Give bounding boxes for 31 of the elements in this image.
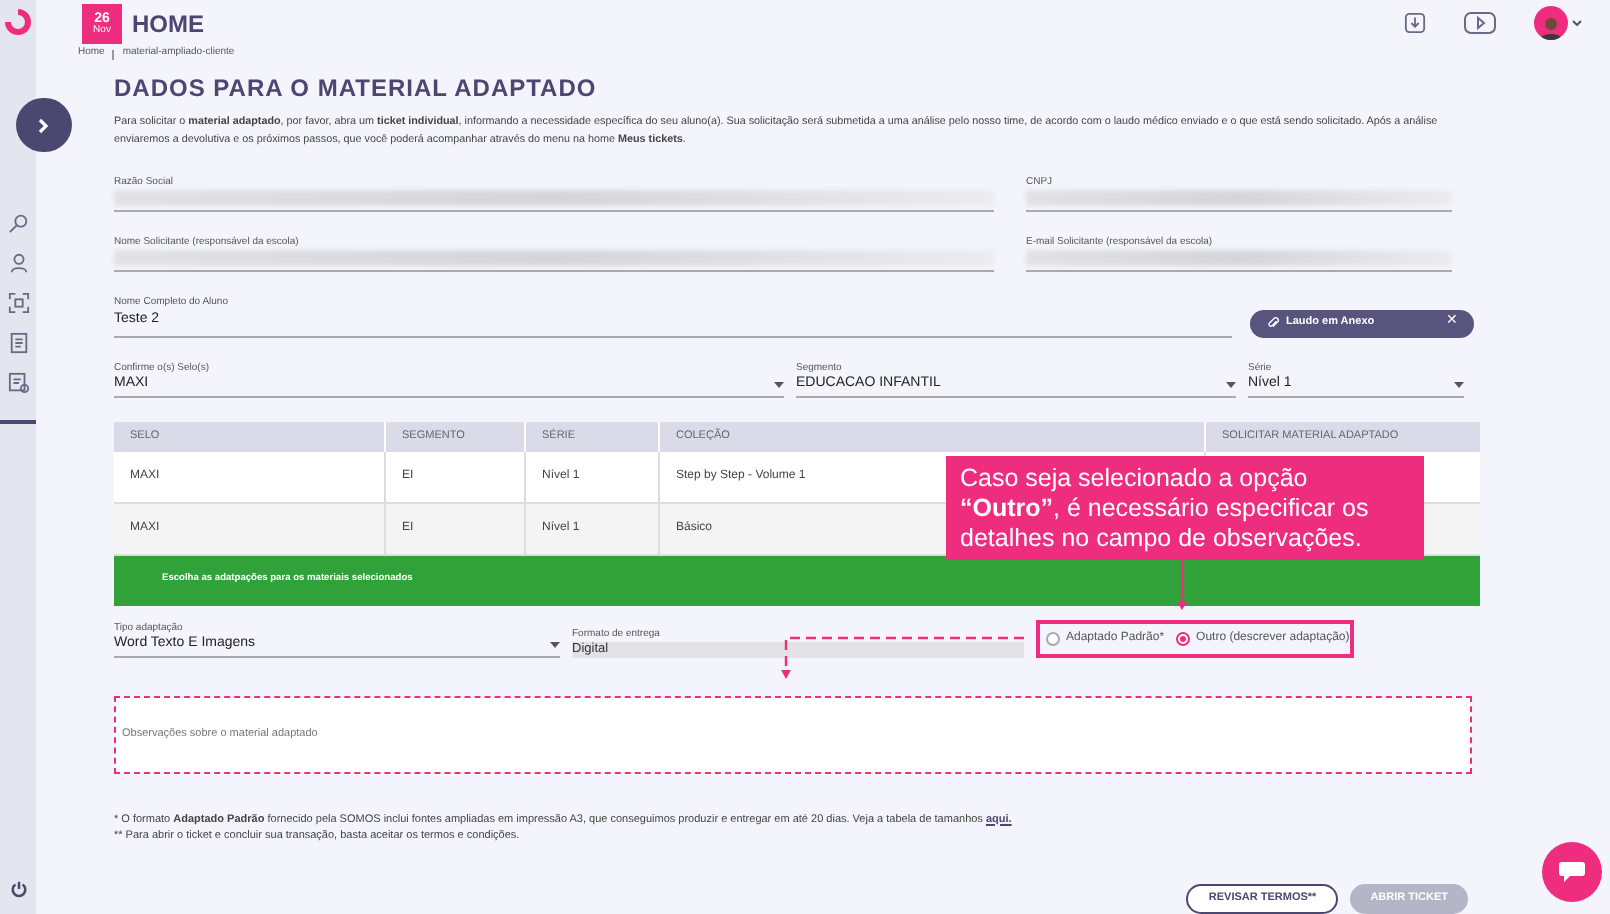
search-icon[interactable] bbox=[7, 212, 29, 234]
input-field[interactable] bbox=[1026, 190, 1452, 212]
chevron-down-icon[interactable] bbox=[1572, 20, 1582, 26]
scan-icon[interactable] bbox=[7, 292, 29, 314]
chevron-right-icon bbox=[38, 117, 50, 133]
download-icon[interactable] bbox=[1404, 12, 1426, 34]
input-field[interactable] bbox=[114, 250, 994, 272]
chat-button[interactable] bbox=[1542, 842, 1602, 902]
chat-icon bbox=[1558, 860, 1586, 884]
page-title: DADOS PARA O MATERIAL ADAPTADO bbox=[114, 72, 599, 106]
avatar[interactable] bbox=[1534, 6, 1568, 40]
user-icon[interactable] bbox=[7, 252, 29, 274]
input-field[interactable] bbox=[1026, 250, 1452, 272]
report-icon[interactable] bbox=[7, 372, 29, 394]
annotation-callout: Caso seja selecionado a opção “Outro”, é necessário especificar os detalhes no campo de observações. bbox=[946, 456, 1424, 560]
paperclip-icon bbox=[1266, 316, 1280, 330]
input-field[interactable] bbox=[114, 190, 994, 212]
page-header-title: HOME bbox=[132, 7, 204, 41]
play-icon[interactable] bbox=[1464, 12, 1496, 34]
caret-icon bbox=[774, 382, 784, 388]
leader-line bbox=[1177, 559, 1187, 610]
active-indicator bbox=[0, 420, 36, 424]
document-icon[interactable] bbox=[7, 332, 29, 354]
caret-icon bbox=[550, 642, 560, 648]
caret-icon bbox=[1226, 382, 1236, 388]
caret-icon bbox=[1454, 382, 1464, 388]
radio-button[interactable] bbox=[1046, 631, 1060, 645]
power-icon[interactable] bbox=[9, 880, 27, 898]
logo-icon bbox=[4, 8, 32, 36]
radio-button[interactable] bbox=[1176, 631, 1191, 645]
expand-sidebar-button[interactable] bbox=[16, 98, 72, 152]
